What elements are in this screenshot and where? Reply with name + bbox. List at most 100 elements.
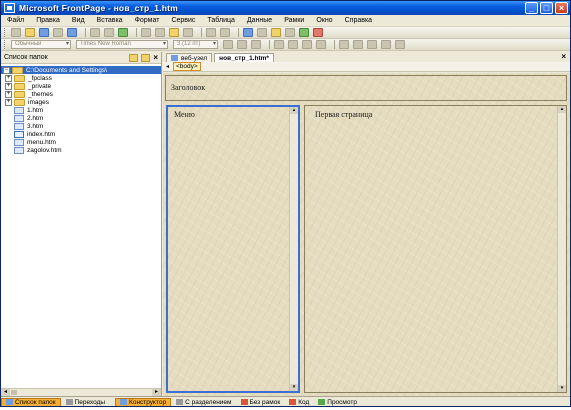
expand-icon[interactable]: + [5, 98, 12, 106]
menu-view[interactable]: Вид [72, 17, 85, 24]
insert-component-icon[interactable] [243, 28, 253, 37]
publish-icon[interactable] [67, 28, 77, 37]
frame-menu[interactable]: Меню ▴ ▾ [166, 105, 300, 393]
scroll-left-icon[interactable]: ◂ [1, 389, 10, 396]
format-painter-icon[interactable] [183, 28, 193, 37]
bold-icon[interactable] [223, 40, 233, 49]
tab-design-view[interactable]: Конструктор [115, 397, 172, 406]
print-icon[interactable] [90, 28, 100, 37]
frame-header[interactable]: Заголовок [165, 75, 567, 101]
new-page-icon[interactable] [11, 28, 21, 37]
font-size-select[interactable]: 3 (12 пт) [173, 40, 218, 49]
drawing-icon[interactable] [285, 28, 295, 37]
tree-folder-themes[interactable]: + _themes [1, 90, 161, 98]
frontpage-app-icon[interactable] [4, 3, 15, 13]
new-folder-icon[interactable] [129, 53, 139, 62]
tab-no-frames-view[interactable]: Без рамок [237, 398, 285, 407]
menu-frames[interactable]: Рамки [284, 17, 304, 24]
spelling-icon[interactable] [118, 28, 128, 37]
menu-table[interactable]: Таблица [207, 17, 234, 24]
save-icon[interactable] [39, 28, 49, 37]
menu-window[interactable]: Окно [316, 17, 332, 24]
design-canvas[interactable]: Заголовок Меню ▴ ▾ Первая страница ▴ ▾ [163, 73, 570, 396]
insert-hyperlink-icon[interactable] [299, 28, 309, 37]
minimize-button[interactable]: _ [525, 2, 538, 14]
menu-insert[interactable]: Вставка [97, 17, 123, 24]
tree-folder-fpclass[interactable]: + _fpclass [1, 74, 161, 82]
menu-edit[interactable]: Правка [36, 17, 60, 24]
scroll-right-icon[interactable]: ▸ [152, 389, 161, 396]
scroll-down-icon[interactable]: ▾ [290, 384, 298, 391]
increase-font-icon[interactable] [339, 40, 349, 49]
folder-hscrollbar[interactable]: ◂ ▸ [1, 388, 161, 396]
expand-icon[interactable]: + [5, 74, 12, 82]
bullets-icon[interactable] [381, 40, 391, 49]
underline-icon[interactable] [251, 40, 261, 49]
quick-tag-arrow-icon[interactable]: ◂ [166, 63, 169, 70]
menu-help[interactable]: Справка [345, 17, 372, 24]
cut-icon[interactable] [141, 28, 151, 37]
tree-file-zagolov[interactable]: zagolov.htm [1, 146, 161, 154]
menu-frame-scrollbar[interactable]: ▴ ▾ [289, 107, 298, 391]
folder-up-icon[interactable] [141, 53, 151, 62]
tree-file-2[interactable]: 2.htm [1, 114, 161, 122]
align-right-icon[interactable] [302, 40, 312, 49]
tree-file-3[interactable]: 3.htm [1, 122, 161, 130]
scroll-up-icon[interactable]: ▴ [290, 107, 298, 114]
title-bar[interactable]: Microsoft FrontPage - нов_стр_1.htm _ □ … [1, 1, 570, 15]
insert-table-icon[interactable] [257, 28, 267, 37]
search-icon[interactable] [53, 28, 63, 37]
open-folder-icon[interactable] [25, 28, 35, 37]
toolbar-grip[interactable] [4, 28, 7, 37]
expand-icon[interactable]: + [5, 90, 12, 98]
scroll-up-icon[interactable]: ▴ [558, 106, 566, 113]
italic-icon[interactable] [237, 40, 247, 49]
close-button[interactable]: × [555, 2, 568, 14]
tree-folder-private[interactable]: + _private [1, 82, 161, 90]
tree-folder-images[interactable]: + images [1, 98, 161, 106]
body-tag[interactable]: <body> [173, 62, 201, 71]
more-buttons-icon[interactable] [395, 40, 405, 49]
decrease-font-icon[interactable] [353, 40, 363, 49]
tab-split-view[interactable]: С разделением [172, 398, 235, 407]
maximize-button[interactable]: □ [540, 2, 553, 14]
justify-icon[interactable] [316, 40, 326, 49]
main-frame-scrollbar[interactable]: ▴ ▾ [557, 106, 566, 392]
menu-tools[interactable]: Сервис [171, 17, 195, 24]
redo-icon[interactable] [220, 28, 230, 37]
copy-icon[interactable] [155, 28, 165, 37]
tab-navigation[interactable]: Переходы [62, 398, 110, 407]
toolbar-grip[interactable] [4, 40, 7, 49]
close-panel-icon[interactable]: × [153, 53, 158, 62]
menu-data[interactable]: Данные [247, 17, 272, 24]
menu-file[interactable]: Файл [7, 17, 24, 24]
menu-format[interactable]: Формат [135, 17, 160, 24]
tab-preview[interactable]: Просмотр [314, 398, 361, 407]
scroll-down-icon[interactable]: ▾ [558, 385, 566, 392]
tab-website[interactable]: веб-узел [166, 53, 213, 62]
style-select[interactable]: Обычный [11, 40, 71, 49]
frame-main-text[interactable]: Первая страница [315, 110, 372, 119]
align-center-icon[interactable] [288, 40, 298, 49]
tab-current-page[interactable]: нов_стр_1.htm* [214, 53, 274, 62]
expand-icon[interactable]: + [5, 82, 12, 90]
close-document-icon[interactable]: × [561, 52, 566, 61]
tree-file-index[interactable]: index.htm [1, 130, 161, 138]
numbering-icon[interactable] [367, 40, 377, 49]
preview-icon[interactable] [104, 28, 114, 37]
tree-file-1[interactable]: 1.htm [1, 106, 161, 114]
tab-folder-list[interactable]: Список папок [1, 397, 61, 406]
font-select[interactable]: Times New Roman [76, 40, 168, 49]
frame-header-text[interactable]: Заголовок [171, 83, 205, 92]
paste-icon[interactable] [169, 28, 179, 37]
frame-main[interactable]: Первая страница ▴ ▾ [304, 105, 567, 393]
tree-file-menu[interactable]: menu.htm [1, 138, 161, 146]
tree-root-folder[interactable]: − C:\Documents and Settings\ [1, 66, 161, 74]
refresh-icon[interactable] [313, 28, 323, 37]
undo-icon[interactable] [206, 28, 216, 37]
scroll-thumb[interactable] [11, 390, 17, 395]
collapse-icon[interactable]: − [3, 66, 10, 74]
frame-menu-text[interactable]: Меню [174, 110, 195, 119]
tab-code-view[interactable]: Код [285, 398, 313, 407]
insert-picture-icon[interactable] [271, 28, 281, 37]
